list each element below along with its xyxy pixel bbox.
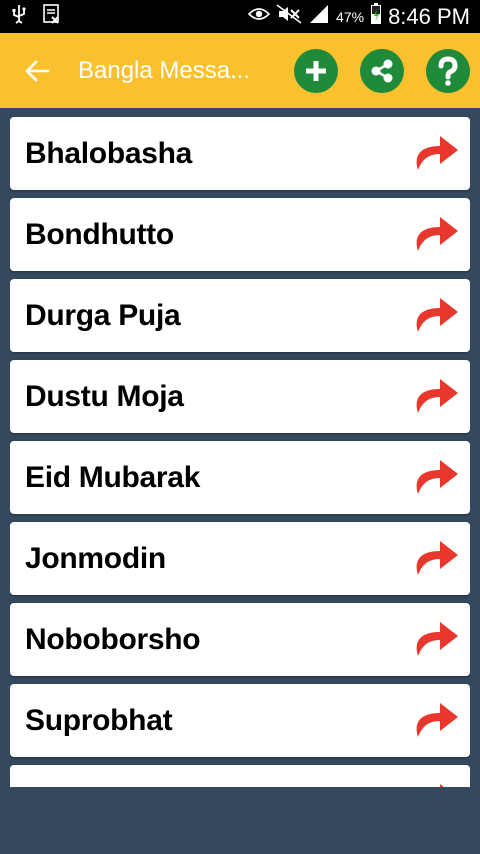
back-button[interactable] <box>22 56 52 86</box>
list-item[interactable]: Eid Mubarak <box>10 441 470 514</box>
status-bar: 47% 8:46 PM <box>0 0 480 33</box>
app-bar: Bangla Messa... <box>0 33 480 108</box>
list-item[interactable]: Durga Puja <box>10 279 470 352</box>
list-item[interactable]: Bhalobasha <box>10 117 470 190</box>
list-item-label: Jonmodin <box>25 541 166 575</box>
forward-arrow-icon <box>416 540 458 575</box>
list-item[interactable]: Noboborsho <box>10 603 470 676</box>
app-title: Bangla Messa... <box>78 56 251 84</box>
message-category-list[interactable]: Bhalobasha Bondhutto Durga Puja Dustu Mo… <box>10 117 470 787</box>
list-item[interactable]: Suprobhat <box>10 684 470 757</box>
forward-arrow-icon <box>416 621 458 656</box>
battery-percent: 47% <box>336 8 365 25</box>
list-item-label: Dustu Moja <box>25 379 184 413</box>
back-arrow-icon <box>25 59 50 82</box>
image-x-icon <box>42 4 62 29</box>
add-button[interactable] <box>294 48 338 93</box>
forward-arrow-icon <box>416 135 458 170</box>
bottom-background <box>0 788 480 854</box>
forward-arrow-icon <box>416 378 458 413</box>
battery-icon <box>370 3 382 30</box>
list-item[interactable]: Jonmodin <box>10 522 470 595</box>
eye-icon <box>247 6 271 27</box>
signal-icon <box>308 4 330 29</box>
list-item-label: Durga Puja <box>25 298 181 332</box>
list-item-label: Bondhutto <box>25 217 174 251</box>
forward-arrow-icon <box>416 702 458 737</box>
list-item-label: Noboborsho <box>25 622 201 656</box>
add-icon <box>306 60 326 81</box>
forward-arrow-icon <box>416 459 458 494</box>
forward-arrow-icon <box>416 297 458 332</box>
share-button[interactable] <box>360 48 404 93</box>
list-item-label: Suprobhat <box>25 703 173 737</box>
mute-icon <box>276 4 302 29</box>
help-icon <box>438 55 458 86</box>
share-icon <box>371 59 393 82</box>
list-item-label: Eid Mubarak <box>25 460 201 494</box>
list-item[interactable]: Bondhutto <box>10 198 470 271</box>
list-item[interactable]: Dustu Moja <box>10 360 470 433</box>
list-item[interactable] <box>10 765 470 787</box>
forward-arrow-icon <box>416 216 458 251</box>
list-item-label: Bhalobasha <box>25 136 193 170</box>
forward-arrow-icon <box>440 783 445 787</box>
usb-icon <box>10 4 28 29</box>
help-button[interactable] <box>426 48 470 93</box>
clock: 8:46 PM <box>388 3 470 29</box>
